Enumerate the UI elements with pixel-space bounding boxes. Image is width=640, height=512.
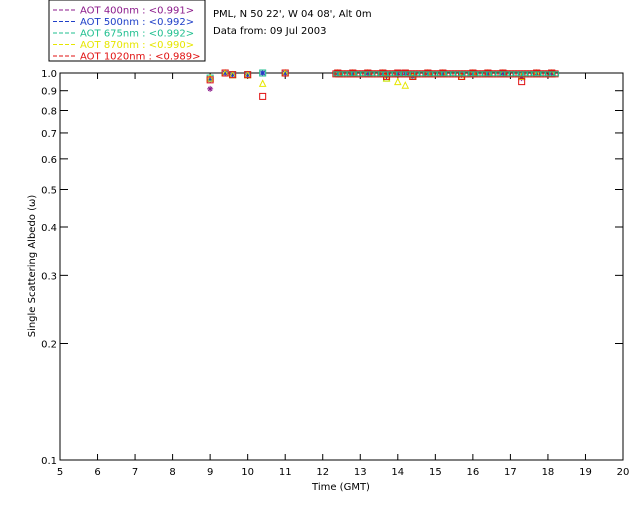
y-tick-label: 0.9 (41, 87, 57, 98)
y-tick-label: 0.3 (41, 271, 57, 282)
x-tick-label: 9 (207, 467, 213, 478)
x-tick-label: 14 (391, 467, 404, 478)
x-tick-label: 12 (316, 467, 329, 478)
legend-label: AOT 675nm : <0.992> (80, 29, 194, 40)
legend: AOT 400nm : <0.991>AOT 500nm : <0.992>AO… (48, 0, 206, 63)
x-tick-label: 10 (241, 467, 254, 478)
data-point (259, 70, 266, 76)
y-tick-label: 0.8 (41, 107, 57, 118)
x-tick-label: 16 (466, 467, 479, 478)
data-point (259, 92, 267, 100)
y-tick-label: 0.4 (41, 223, 57, 234)
plot-frame (59, 72, 624, 461)
data-point (401, 81, 410, 89)
x-tick-label: 17 (504, 467, 517, 478)
x-tick-label: 5 (57, 467, 63, 478)
chart: AOT 400nm : <0.991>AOT 500nm : <0.992>AO… (27, 0, 630, 493)
x-axis-title: Time (GMT) (311, 482, 370, 493)
chart-title-line-2: Data from: 09 Jul 2003 (213, 26, 326, 37)
y-tick-label: 0.2 (41, 340, 57, 351)
y-axis: 0.1 0.2 0.3 0.4 0.5 0.6 0.7 0.8 0.9 1.0 (41, 69, 623, 467)
x-tick-label: 18 (542, 467, 555, 478)
y-tick-label: 1.0 (41, 69, 57, 80)
y-tick-label: 0.6 (41, 155, 57, 166)
x-tick-label: 13 (354, 467, 367, 478)
x-tick-label: 6 (94, 467, 100, 478)
chart-title-line-1: PML, N 50 22', W 04 08', Alt 0m (213, 9, 372, 20)
legend-label: AOT 1020nm : <0.989> (80, 52, 200, 63)
legend-label: AOT 500nm : <0.992> (80, 17, 194, 28)
data-point (207, 85, 214, 92)
legend-label: AOT 400nm : <0.991> (80, 6, 194, 17)
x-tick-label: 19 (579, 467, 592, 478)
y-tick-label: 0.1 (41, 456, 57, 467)
y-tick-label: 0.5 (41, 185, 57, 196)
y-axis-title: Single Scattering Albedo (ω) (27, 195, 38, 338)
x-tick-label: 11 (279, 467, 292, 478)
data-point (393, 77, 402, 86)
data-points (206, 68, 560, 100)
x-tick-label: 15 (429, 467, 442, 478)
legend-label: AOT 870nm : <0.990> (80, 40, 194, 51)
data-point (258, 79, 267, 87)
x-axis: 5 6 7 8 9 10 11 12 13 14 15 16 17 18 19 20 (57, 73, 630, 478)
x-tick-label: 8 (169, 467, 175, 478)
y-tick-label: 0.7 (41, 129, 57, 140)
x-tick-label: 7 (132, 467, 138, 478)
x-tick-label: 20 (617, 467, 630, 478)
